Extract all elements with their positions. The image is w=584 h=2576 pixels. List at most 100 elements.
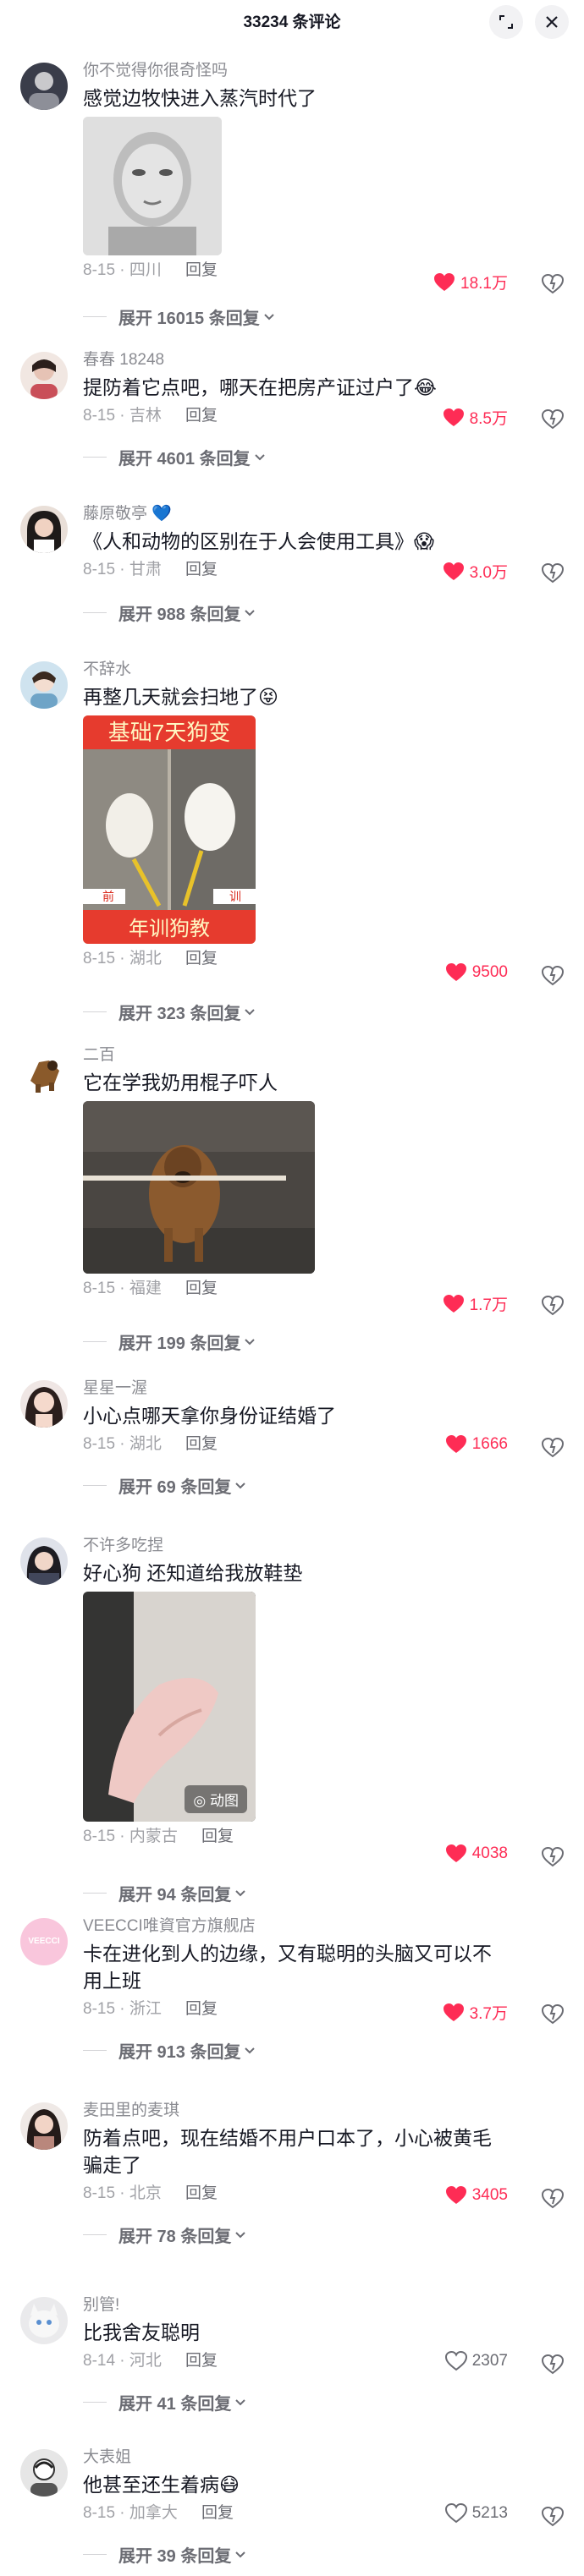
image-label-left: 前 [102, 890, 114, 903]
like-button[interactable]: 2307 [444, 2351, 508, 2371]
comment-image[interactable]: 基础7天狗变 前 训 年训狗教 [83, 715, 256, 944]
username[interactable]: 星星一渥 [83, 1377, 508, 1400]
expand-replies-button[interactable]: 展开 323 条回复 [83, 1000, 256, 1024]
expand-replies-button[interactable]: 展开 94 条回复 [83, 1881, 246, 1905]
reply-button[interactable]: 回复 [185, 261, 218, 279]
avatar[interactable] [20, 1537, 68, 1585]
expand-replies-button[interactable]: 展开 16015 条回复 [83, 304, 275, 329]
expand-replies-button[interactable]: 展开 199 条回复 [83, 1329, 256, 1354]
username[interactable]: 不许多吃捏 [83, 1534, 508, 1558]
heart-icon [445, 1844, 466, 1862]
heart-icon [445, 963, 466, 981]
dislike-icon[interactable] [540, 406, 565, 431]
avatar[interactable] [20, 506, 68, 553]
comment-image[interactable]: ◎ 动图 [83, 1592, 256, 1822]
like-count: 5213 [471, 2504, 508, 2522]
fullscreen-button[interactable] [489, 5, 523, 39]
avatar[interactable] [20, 2297, 68, 2344]
dislike-icon[interactable] [540, 1434, 565, 1460]
reply-button[interactable]: 回复 [185, 2000, 218, 2018]
dislike-icon[interactable] [540, 1292, 565, 1318]
reply-button[interactable]: 回复 [185, 2352, 218, 2370]
avatar[interactable] [20, 1380, 68, 1428]
like-button[interactable]: 3405 [445, 2185, 508, 2206]
dislike-icon[interactable] [540, 962, 565, 988]
dislike-icon[interactable] [540, 2001, 565, 2026]
like-count: 8.5万 [469, 410, 508, 428]
reply-button[interactable]: 回复 [185, 2184, 218, 2202]
comment-location: 北京 [129, 2184, 162, 2202]
avatar[interactable] [20, 352, 68, 399]
expand-replies-button[interactable]: 展开 913 条回复 [83, 2038, 256, 2063]
expand-replies-button[interactable]: 展开 41 条回复 [83, 2390, 246, 2414]
avatar[interactable] [20, 2449, 68, 2497]
comment-location: 湖北 [129, 950, 162, 967]
reply-button[interactable]: 回复 [201, 2504, 234, 2522]
username[interactable]: 大表姐 [83, 2446, 508, 2469]
username[interactable]: VEECCI唯資官方旗舰店 [83, 1915, 508, 1938]
reply-button[interactable]: 回复 [185, 1435, 218, 1453]
like-button[interactable]: 1666 [445, 1434, 508, 1455]
like-count: 1.7万 [469, 1296, 508, 1314]
comment-text: 比我舍友聪明 [83, 2321, 200, 2343]
like-button[interactable]: 3.7万 [443, 2001, 508, 2024]
chevron-down-icon [235, 1482, 246, 1488]
like-count: 2307 [471, 2352, 508, 2370]
dislike-icon[interactable] [540, 2503, 565, 2529]
comment-date: 8-15 [83, 2000, 116, 2018]
comment-image[interactable] [83, 1101, 315, 1274]
comment-item: 大表姐 他甚至还生着病😷 8-15 · 加拿大 回复 5213 展开 39 条回复 [0, 2446, 584, 2576]
image-label-right: 训 [229, 890, 241, 903]
username[interactable]: 春春 18248 [83, 348, 508, 372]
username[interactable]: 藤原敬亭 💙 [83, 502, 508, 526]
avatar[interactable] [20, 2102, 68, 2150]
avatar[interactable] [20, 63, 68, 110]
avatar[interactable] [20, 1047, 68, 1094]
dislike-icon[interactable] [540, 2185, 565, 2211]
username[interactable]: 别管! [83, 2294, 508, 2317]
close-button[interactable] [535, 5, 569, 39]
username[interactable]: 不辞水 [83, 658, 508, 682]
comment-location: 加拿大 [129, 2504, 178, 2522]
expand-replies-button[interactable]: 展开 988 条回复 [83, 600, 256, 625]
comment-date: 8-15 [83, 2504, 116, 2522]
dislike-icon[interactable] [540, 2351, 565, 2376]
reply-button[interactable]: 回复 [185, 1280, 218, 1297]
comment-date: 8-14 [83, 2352, 116, 2370]
reply-button[interactable]: 回复 [185, 407, 218, 425]
dislike-icon[interactable] [540, 1844, 565, 1869]
comment-image[interactable] [83, 117, 222, 255]
reply-button[interactable]: 回复 [185, 561, 218, 578]
image-caption-bottom: 年训狗教 [129, 918, 210, 940]
expand-replies-button[interactable]: 展开 69 条回复 [83, 1473, 246, 1498]
comment-date: 8-15 [83, 1828, 116, 1845]
username[interactable]: 麦田里的麦琪 [83, 2099, 508, 2123]
chevron-down-icon [245, 2047, 256, 2053]
username[interactable]: 二百 [83, 1044, 508, 1067]
like-button[interactable]: 1.7万 [443, 1292, 508, 1315]
dislike-icon[interactable] [540, 560, 565, 585]
comment-date: 8-15 [83, 2184, 116, 2202]
expand-replies-button[interactable]: 展开 78 条回复 [83, 2222, 246, 2247]
chevron-down-icon [235, 2398, 246, 2405]
comment-location: 福建 [129, 1280, 162, 1297]
like-button[interactable]: 5213 [444, 2503, 508, 2524]
like-button[interactable]: 4038 [445, 1844, 508, 1864]
like-button[interactable]: 18.1万 [433, 271, 508, 293]
like-count: 3.0万 [469, 564, 508, 582]
like-button[interactable]: 9500 [445, 962, 508, 983]
comment-location: 甘肃 [129, 561, 162, 578]
reply-button[interactable]: 回复 [201, 1828, 234, 1845]
avatar[interactable] [20, 661, 68, 709]
reply-button[interactable]: 回复 [185, 950, 218, 967]
expand-replies-button[interactable]: 展开 4601 条回复 [83, 445, 266, 469]
like-button[interactable]: 3.0万 [443, 560, 508, 583]
like-button[interactable]: 8.5万 [443, 406, 508, 429]
username[interactable]: 你不觉得你很奇怪吗 [83, 59, 508, 83]
comment-item: 你不觉得你很奇怪吗 感觉边牧快进入蒸汽时代了 8-15 · 四川 回复 18.1万 [0, 62, 584, 328]
heart-outline-icon [444, 2503, 467, 2524]
comment-text: 再整几天就会扫地了😝 [83, 686, 278, 708]
avatar[interactable]: VEECCI [20, 1918, 68, 1965]
expand-replies-button[interactable]: 展开 39 条回复 [83, 2542, 246, 2567]
dislike-icon[interactable] [540, 271, 565, 296]
